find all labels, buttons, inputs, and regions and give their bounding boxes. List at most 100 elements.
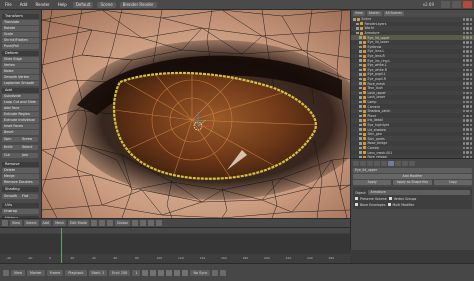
- bone-envelopes-checkbox[interactable]: [355, 203, 358, 206]
- eye-icon[interactable]: [462, 73, 465, 76]
- timeline[interactable]: -40 -20 0 20 40 60 80 100 120 140 160 180 200 220 240 2…: [0, 227, 350, 264]
- tool-smooth-button[interactable]: Smooth: [2, 194, 20, 199]
- manipulator-icon[interactable]: [106, 220, 113, 226]
- tool-noise-button[interactable]: Noise: [2, 69, 39, 74]
- camera-icon[interactable]: [469, 132, 472, 136]
- tool-remove-doubles-button[interactable]: Remove Doubles: [2, 180, 39, 185]
- prev-keyframe-icon[interactable]: [150, 269, 157, 276]
- cursor-icon[interactable]: [466, 151, 469, 154]
- cursor-icon[interactable]: [466, 77, 469, 81]
- camera-icon[interactable]: [469, 151, 472, 154]
- eye-icon[interactable]: [462, 128, 465, 131]
- auto-keyframe-icon[interactable]: [212, 269, 219, 276]
- eye-icon[interactable]: [462, 151, 465, 154]
- apply-button[interactable]: Apply: [353, 180, 392, 185]
- eye-icon[interactable]: [462, 77, 465, 81]
- cursor-icon[interactable]: [466, 73, 469, 76]
- next-keyframe-icon[interactable]: [174, 269, 181, 276]
- tool-knife-button[interactable]: Knife: [2, 145, 20, 150]
- camera-icon[interactable]: [469, 128, 472, 131]
- render-engine-selector[interactable]: Blender Render: [119, 1, 157, 8]
- snap-icon[interactable]: [155, 220, 162, 226]
- preserve-volume-checkbox[interactable]: [355, 197, 358, 200]
- expand-triangle-icon[interactable]: [353, 18, 356, 21]
- camera-icon[interactable]: [469, 68, 472, 72]
- expand-triangle-icon[interactable]: [356, 22, 359, 26]
- menu-add[interactable]: Add: [18, 2, 30, 7]
- camera-icon[interactable]: [469, 109, 472, 113]
- panel-transform-header[interactable]: Transform: [2, 14, 39, 19]
- scene-tab-icon[interactable]: [360, 161, 366, 166]
- tool-smooth-vertex-button[interactable]: Smooth Vertex: [2, 75, 39, 80]
- cursor-icon[interactable]: [466, 36, 469, 39]
- camera-icon[interactable]: [469, 96, 472, 99]
- expand-triangle-icon[interactable]: [359, 77, 362, 81]
- camera-icon[interactable]: [469, 63, 472, 67]
- tool-bevel-button[interactable]: Bevel: [2, 130, 39, 135]
- tool-delete-button[interactable]: Delete: [2, 168, 39, 173]
- cursor-icon[interactable]: [466, 105, 469, 108]
- menu-render[interactable]: Render: [33, 2, 51, 7]
- tool-pushpull-button[interactable]: Push/Pull: [2, 44, 39, 49]
- camera-icon[interactable]: [469, 22, 472, 26]
- tool-flat-button[interactable]: Flat: [20, 194, 38, 199]
- eye-icon[interactable]: [462, 41, 465, 44]
- tool-scale-button[interactable]: Scale: [2, 32, 39, 37]
- expand-triangle-icon[interactable]: [359, 63, 362, 67]
- outliner-display-mode[interactable]: All Scenes: [383, 11, 404, 16]
- camera-icon[interactable]: [469, 27, 472, 30]
- expand-triangle-icon[interactable]: [359, 54, 362, 58]
- tool-rotate-button[interactable]: Rotate: [2, 26, 39, 31]
- eye-icon[interactable]: [462, 27, 465, 30]
- expand-triangle-icon[interactable]: [359, 59, 362, 62]
- timeline-editor-icon[interactable]: [3, 269, 9, 276]
- tool-extrude-region-button[interactable]: Extrude Region: [2, 112, 39, 117]
- eye-icon[interactable]: [462, 54, 465, 58]
- camera-icon[interactable]: [469, 82, 472, 85]
- cursor-icon[interactable]: [466, 41, 469, 44]
- tool-vertex-button[interactable]: Vertex: [2, 63, 39, 68]
- menu-file[interactable]: File: [3, 2, 14, 7]
- jump-start-icon[interactable]: [142, 269, 149, 276]
- cursor-icon[interactable]: [466, 59, 469, 62]
- expand-triangle-icon[interactable]: [359, 105, 362, 108]
- cursor-icon[interactable]: [466, 22, 469, 26]
- mesh-menu[interactable]: Mesh: [53, 220, 67, 226]
- expand-triangle-icon[interactable]: [359, 68, 362, 72]
- world-tab-icon[interactable]: [367, 161, 373, 166]
- scene-selector[interactable]: Scene: [97, 1, 116, 8]
- cursor-icon[interactable]: [466, 137, 469, 140]
- jump-end-icon[interactable]: [182, 269, 189, 276]
- playback-menu[interactable]: Playback: [65, 269, 87, 276]
- eye-icon[interactable]: [462, 45, 465, 49]
- expand-triangle-icon[interactable]: [359, 132, 362, 136]
- object-tab-icon[interactable]: [374, 161, 380, 166]
- cursor-icon[interactable]: [466, 27, 469, 30]
- cursor-icon[interactable]: [466, 142, 469, 145]
- eye-icon[interactable]: [462, 86, 465, 90]
- panel-add-header[interactable]: Add: [2, 88, 39, 93]
- camera-icon[interactable]: [469, 119, 472, 122]
- camera-icon[interactable]: [469, 77, 472, 81]
- camera-icon[interactable]: [469, 54, 472, 58]
- tool-translate-button[interactable]: Translate: [2, 20, 39, 25]
- close-button[interactable]: [463, 1, 472, 8]
- camera-icon[interactable]: [469, 73, 472, 76]
- cursor-icon[interactable]: [466, 45, 469, 49]
- tool-inset-button[interactable]: Inset Faces: [2, 124, 39, 129]
- eye-icon[interactable]: [462, 146, 465, 150]
- expand-triangle-icon[interactable]: [359, 96, 362, 99]
- shading-icon[interactable]: [90, 220, 97, 226]
- eye-icon[interactable]: [462, 132, 465, 136]
- cursor-icon[interactable]: [466, 18, 469, 21]
- tool-screw-button[interactable]: Screw: [20, 137, 38, 142]
- render-tab-icon[interactable]: [353, 161, 359, 166]
- timeline-view-menu[interactable]: View: [11, 269, 26, 276]
- keying-set-icon[interactable]: [220, 269, 227, 276]
- expand-triangle-icon[interactable]: [359, 41, 362, 44]
- panel-remove-header[interactable]: Remove: [2, 162, 39, 167]
- cursor-icon[interactable]: [466, 50, 469, 53]
- vertex-select-icon[interactable]: [131, 220, 138, 226]
- expand-triangle-icon[interactable]: [359, 128, 362, 131]
- cursor-icon[interactable]: [466, 132, 469, 136]
